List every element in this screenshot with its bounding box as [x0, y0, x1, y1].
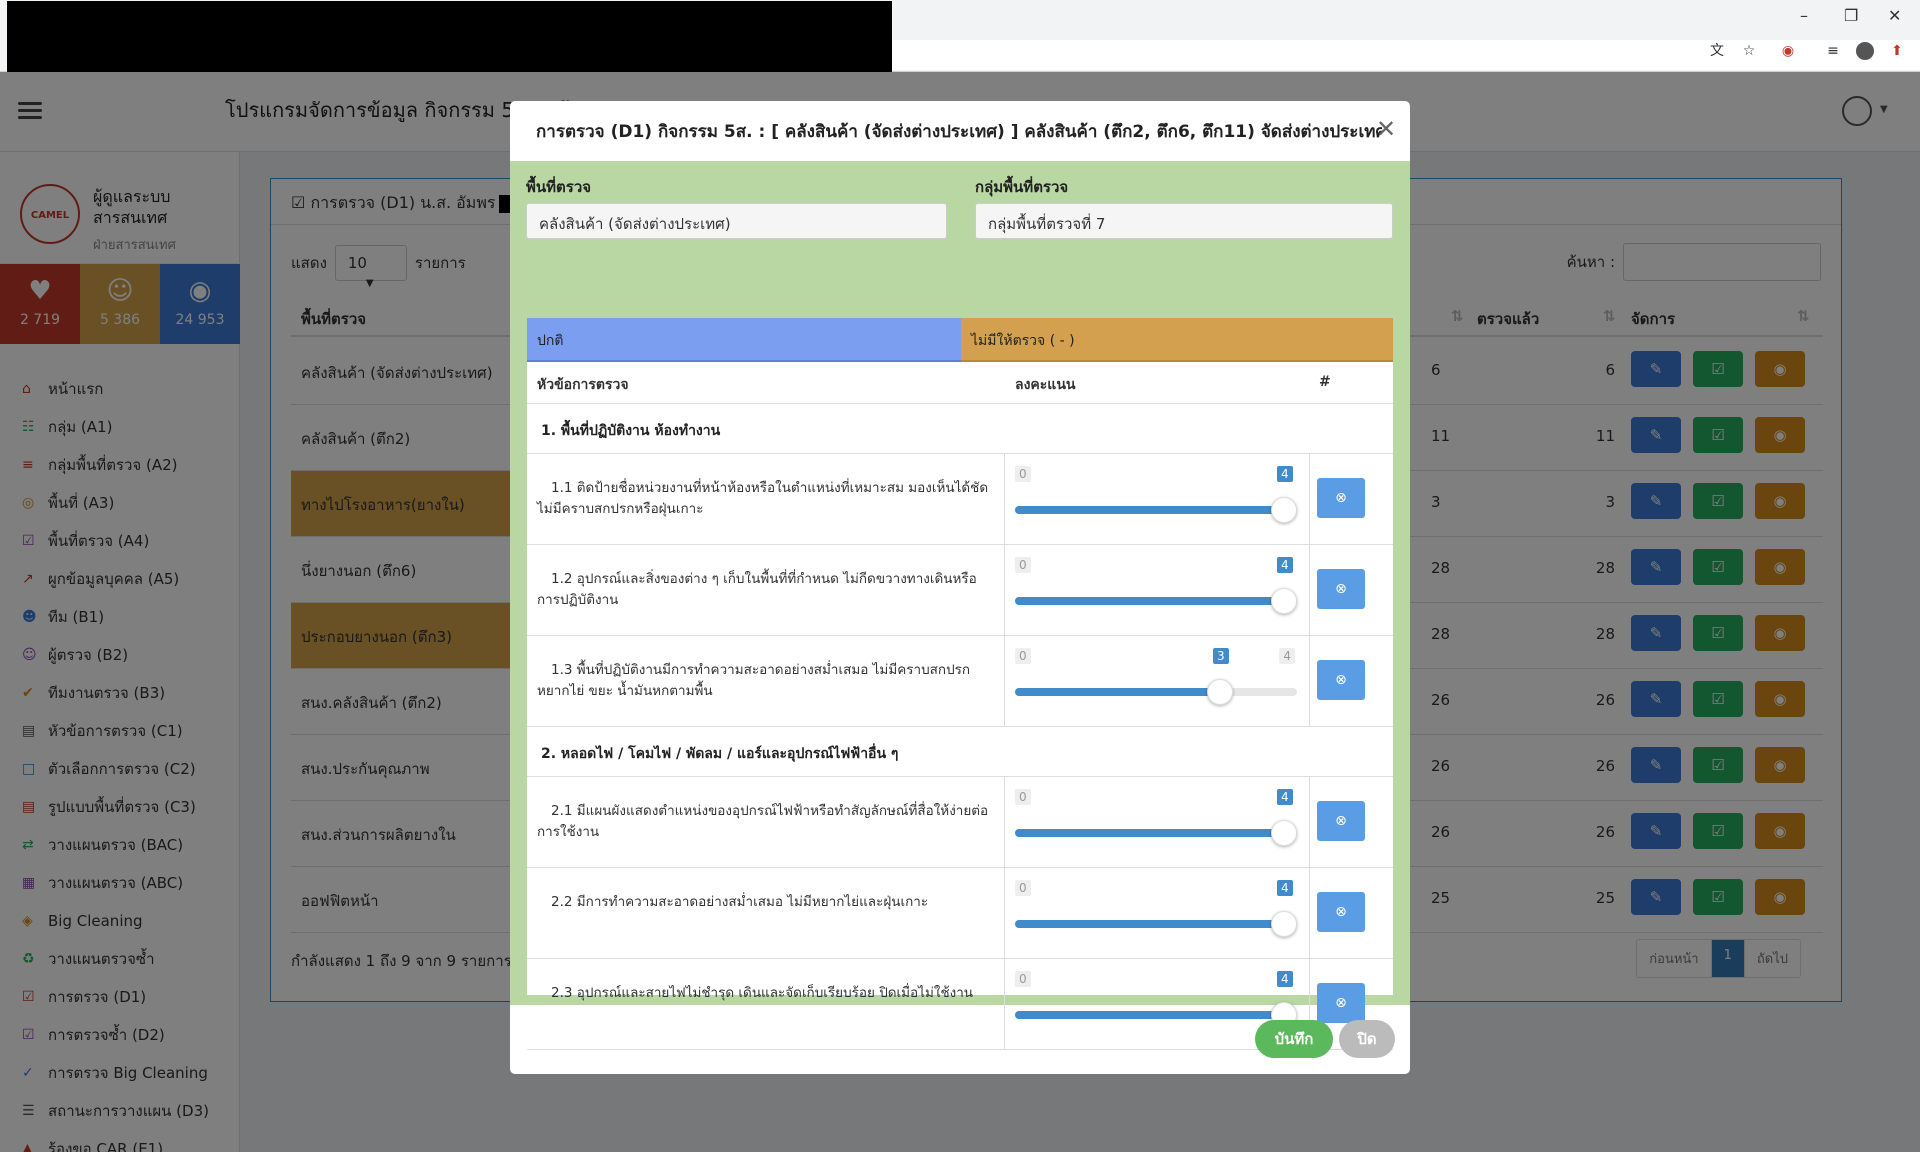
redacted-area: [7, 1, 892, 73]
slider-max-label: 4: [1279, 648, 1295, 664]
question-text: 2.1 มีแผนผังแสดงตำแหน่งของอุปกรณ์ไฟฟ้าหร…: [537, 803, 989, 840]
tab-not-applicable[interactable]: ไม่มีให้ตรวจ ( - ): [961, 318, 1393, 362]
update-icon[interactable]: ⬆: [1888, 42, 1906, 60]
score-slider[interactable]: 04: [1015, 971, 1297, 1041]
slider-fill: [1015, 829, 1284, 837]
slider-value-label: 4: [1277, 880, 1293, 896]
divider: [1004, 868, 1005, 959]
col-topic: หัวข้อการตรวจ: [537, 377, 629, 393]
clear-score-button[interactable]: ⊗: [1317, 478, 1365, 518]
score-slider[interactable]: 04: [1015, 789, 1297, 859]
restore-icon[interactable]: ❐: [1844, 6, 1858, 25]
slider-value-label: 4: [1277, 466, 1293, 482]
slider-value-label: 4: [1277, 971, 1293, 987]
minimize-icon[interactable]: –: [1800, 6, 1808, 25]
slider-handle[interactable]: [1271, 820, 1297, 846]
slider-value-label: 4: [1277, 557, 1293, 573]
modal-body: พื้นที่ตรวจ คลังสินค้า (จัดส่งต่างประเทศ…: [510, 161, 1410, 1050]
divider: [1004, 777, 1005, 868]
score-slider[interactable]: 0 4 3: [1015, 648, 1297, 718]
slider-value-label: 3: [1213, 648, 1229, 664]
inspection-row: 1.3 พื้นที่ปฏิบัติงานมีการทำความสะอาดอย่…: [527, 636, 1393, 727]
clear-score-button[interactable]: ⊗: [1317, 569, 1365, 609]
save-button[interactable]: บันทึก: [1255, 1020, 1333, 1058]
close-button[interactable]: ปิด: [1339, 1020, 1395, 1058]
divider: [1309, 454, 1310, 545]
slider-value-label: 4: [1277, 789, 1293, 805]
divider: [1309, 777, 1310, 868]
divider: [1004, 636, 1005, 727]
modal-title: การตรวจ (D1) กิจกรรม 5ส. : [ คลังสินค้า …: [536, 122, 1382, 142]
browser-chrome: – ❐ ✕ 文 ☆ ◉ ≡ ⬆: [0, 0, 1920, 73]
divider: [1309, 545, 1310, 636]
score-slider[interactable]: 04: [1015, 557, 1297, 627]
inspection-row: 2.2 มีการทำความสะอาดอย่างสม่ำเสมอ ไม่มีห…: [527, 868, 1393, 959]
slider-min-label: 0: [1015, 648, 1031, 664]
slider-min-label: 0: [1015, 789, 1031, 805]
group-label: กลุ่มพื้นที่ตรวจ: [975, 178, 1069, 196]
times-circle-icon: ⊗: [1335, 904, 1347, 920]
close-icon[interactable]: ✕: [1376, 115, 1396, 143]
group-field[interactable]: กลุ่มพื้นที่ตรวจที่ 7: [975, 203, 1393, 239]
area-field[interactable]: คลังสินค้า (จัดส่งต่างประเทศ): [526, 203, 947, 239]
slider-handle[interactable]: [1271, 497, 1297, 523]
slider-fill: [1015, 920, 1284, 928]
slider-fill: [1015, 506, 1284, 514]
section-header: 1. พื้นที่ปฏิบัติงาน ห้องทำงาน: [527, 404, 1393, 454]
col-score: ลงคะแนน: [1015, 377, 1076, 393]
times-circle-icon: ⊗: [1335, 995, 1347, 1011]
clear-score-button[interactable]: ⊗: [1317, 892, 1365, 932]
profile-avatar-icon[interactable]: [1856, 42, 1874, 60]
inspection-row: 2.1 มีแผนผังแสดงตำแหน่งของอุปกรณ์ไฟฟ้าหร…: [527, 777, 1393, 868]
col-hash: #: [1319, 374, 1331, 390]
times-circle-icon: ⊗: [1335, 490, 1347, 506]
reading-list-icon[interactable]: ≡: [1824, 42, 1842, 60]
slider-min-label: 0: [1015, 971, 1031, 987]
divider: [1004, 454, 1005, 545]
slider-min-label: 0: [1015, 557, 1031, 573]
question-text: 2.3 อุปกรณ์และสายไฟไม่ชำรุด เดินและจัดเก…: [551, 985, 974, 1001]
slider-min-label: 0: [1015, 466, 1031, 482]
slider-min-label: 0: [1015, 880, 1031, 896]
divider: [1309, 636, 1310, 727]
close-window-icon[interactable]: ✕: [1888, 6, 1901, 25]
divider: [1309, 868, 1310, 959]
question-text: 1.1 ติดป้ายชื่อหน่วยงานที่หน้าห้องหรือใน…: [537, 480, 989, 517]
slider-handle[interactable]: [1271, 911, 1297, 937]
question-text: 1.3 พื้นที่ปฏิบัติงานมีการทำความสะอาดอย่…: [537, 662, 971, 699]
extension-icon[interactable]: ◉: [1779, 42, 1797, 60]
clear-score-button[interactable]: ⊗: [1317, 983, 1365, 1023]
question-text: 2.2 มีการทำความสะอาดอย่างสม่ำเสมอ ไม่มีห…: [551, 894, 929, 910]
tab-normal[interactable]: ปกติ: [527, 318, 961, 362]
question-text: 1.2 อุปกรณ์และสิ่งของต่าง ๆ เก็บในพื้นที…: [537, 571, 977, 608]
slider-fill: [1015, 688, 1217, 696]
section-header: 2. หลอดไฟ / โคมไฟ / พัดลม / แอร์และอุปกร…: [527, 727, 1393, 777]
translate-icon[interactable]: 文: [1708, 42, 1726, 60]
status-tabs: ปกติ ไม่มีให้ตรวจ ( - ): [527, 318, 1393, 362]
clear-score-button[interactable]: ⊗: [1317, 660, 1365, 700]
slider-fill: [1015, 597, 1284, 605]
inspection-table: หัวข้อการตรวจ ลงคะแนน # 1. พื้นที่ปฏิบัต…: [527, 362, 1393, 1050]
inspection-row: 1.2 อุปกรณ์และสิ่งของต่าง ๆ เก็บในพื้นที…: [527, 545, 1393, 636]
score-slider[interactable]: 04: [1015, 466, 1297, 536]
times-circle-icon: ⊗: [1335, 813, 1347, 829]
address-bar[interactable]: [892, 40, 1920, 70]
score-slider[interactable]: 04: [1015, 880, 1297, 950]
slider-handle[interactable]: [1271, 588, 1297, 614]
area-label: พื้นที่ตรวจ: [526, 178, 592, 196]
times-circle-icon: ⊗: [1335, 672, 1347, 688]
star-icon[interactable]: ☆: [1740, 42, 1758, 60]
slider-fill: [1015, 1011, 1284, 1019]
clear-score-button[interactable]: ⊗: [1317, 801, 1365, 841]
inspection-table-header: หัวข้อการตรวจ ลงคะแนน #: [527, 362, 1393, 404]
inspection-row: 1.1 ติดป้ายชื่อหน่วยงานที่หน้าห้องหรือใน…: [527, 454, 1393, 545]
inspection-modal: การตรวจ (D1) กิจกรรม 5ส. : [ คลังสินค้า …: [510, 101, 1410, 1074]
divider: [1004, 545, 1005, 636]
slider-handle[interactable]: [1207, 679, 1233, 705]
times-circle-icon: ⊗: [1335, 581, 1347, 597]
divider: [1004, 959, 1005, 1050]
